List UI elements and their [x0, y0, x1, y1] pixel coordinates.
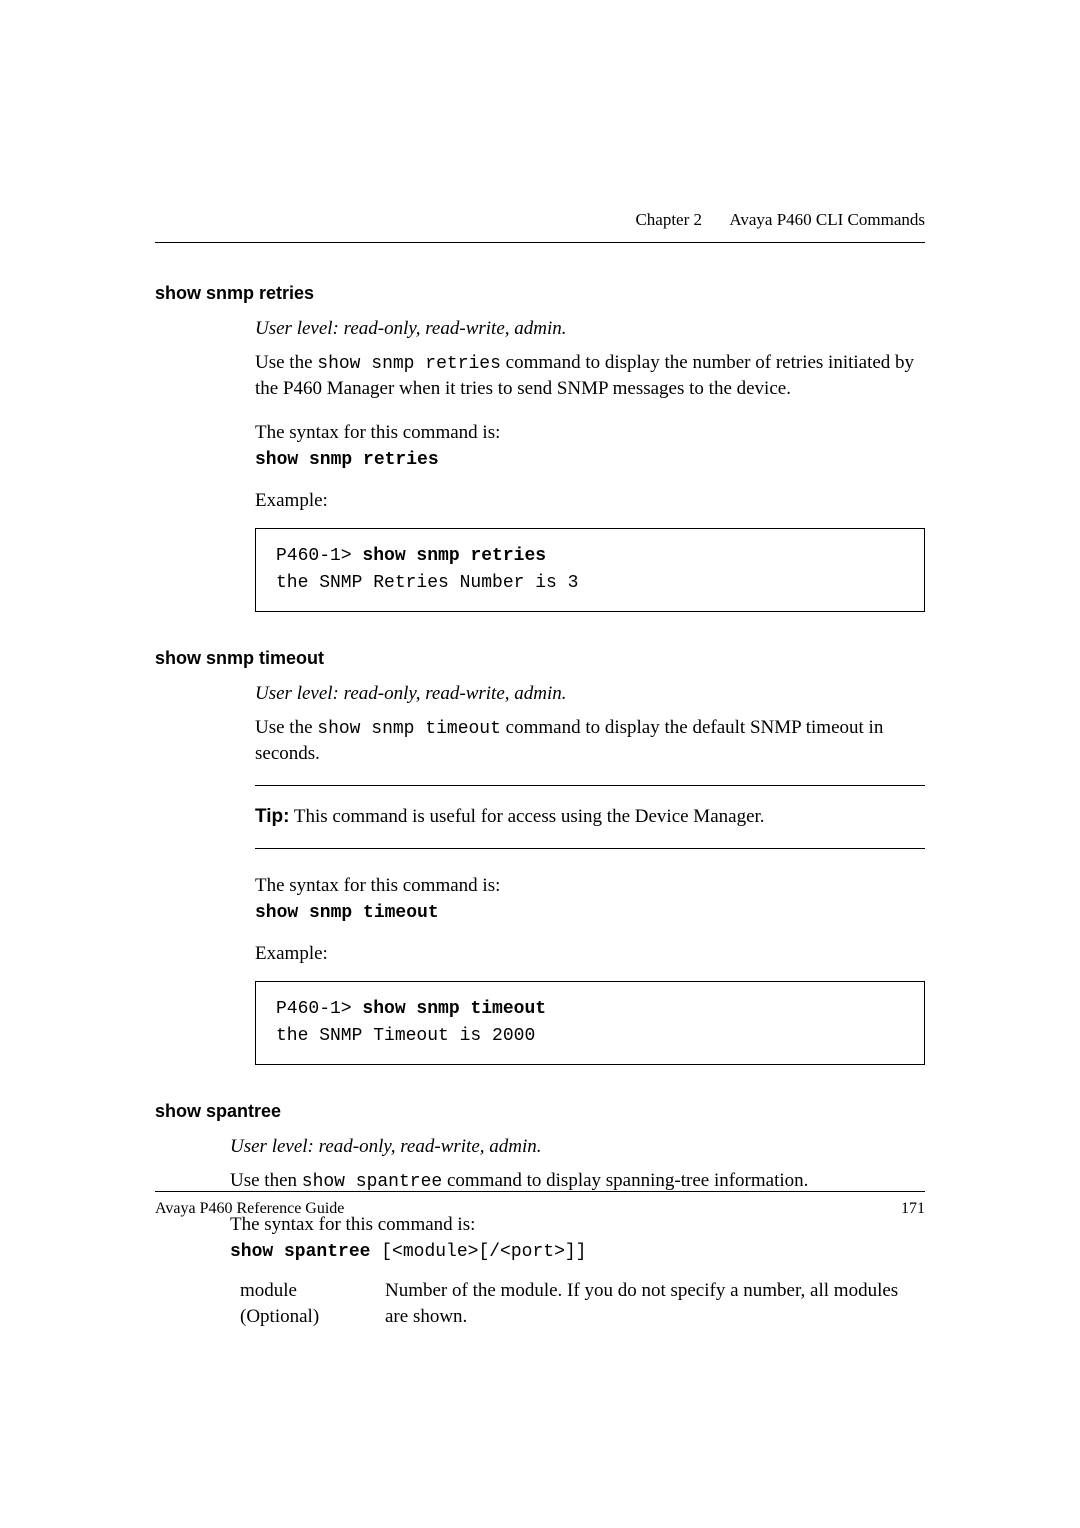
footer-doc: Avaya P460 Reference Guide: [155, 1200, 344, 1218]
param-desc: Number of the module. If you do not spec…: [385, 1278, 925, 1329]
param-optional: (Optional): [240, 1304, 385, 1330]
example-output: the SNMP Timeout is 2000: [276, 1023, 904, 1050]
syntax-cmd: show spantree: [230, 1242, 370, 1262]
syntax-args: [<module>[/<port>]]: [370, 1242, 586, 1262]
section-title-snmp-retries: show snmp retries: [155, 283, 925, 304]
section-title-snmp-timeout: show snmp timeout: [155, 648, 925, 669]
tip-rule-bottom: [255, 848, 925, 849]
prompt: P460-1>: [276, 546, 362, 566]
example-cmd: show snmp timeout: [362, 999, 546, 1019]
tip-block: Tip: This command is useful for access u…: [255, 785, 925, 849]
syntax-command: show snmp retries: [255, 450, 925, 470]
example-label: Example:: [255, 943, 925, 965]
footer-page: 171: [901, 1200, 925, 1218]
header-rule: [155, 242, 925, 243]
example-output: the SNMP Retries Number is 3: [276, 570, 904, 597]
user-level: User level: read-only, read-write, admin…: [255, 318, 925, 340]
description: Use the show snmp retries command to dis…: [255, 350, 925, 402]
syntax-intro: The syntax for this command is:: [255, 875, 925, 897]
syntax-command: show snmp timeout: [255, 903, 925, 923]
tip-rule-top: [255, 785, 925, 786]
description: Use the show snmp timeout command to dis…: [255, 715, 925, 767]
tip-body: This command is useful for access using …: [289, 806, 764, 827]
example-cmd: show snmp retries: [362, 546, 546, 566]
syntax-line: show spantree [<module>[/<port>]]: [230, 1242, 925, 1262]
param-table: module (Optional) Number of the module. …: [240, 1278, 925, 1329]
tip-label: Tip:: [255, 806, 289, 827]
cmd-inline: show snmp retries: [317, 354, 501, 374]
syntax-intro: The syntax for this command is:: [255, 422, 925, 444]
chapter-label: Chapter 2: [635, 210, 702, 229]
example-box: P460-1> show snmp retries the SNMP Retri…: [255, 528, 925, 612]
example-label: Example:: [255, 490, 925, 512]
cmd-inline: show spantree: [302, 1172, 442, 1192]
param-name: module: [240, 1278, 385, 1304]
footer-rule: [155, 1191, 925, 1192]
page-footer: Avaya P460 Reference Guide 171: [155, 1191, 925, 1218]
section-title-spantree: show spantree: [155, 1101, 925, 1122]
user-level: User level: read-only, read-write, admin…: [230, 1136, 925, 1158]
page-header: Chapter 2 Avaya P460 CLI Commands: [155, 210, 925, 230]
user-level: User level: read-only, read-write, admin…: [255, 683, 925, 705]
example-box: P460-1> show snmp timeout the SNMP Timeo…: [255, 981, 925, 1065]
param-row: module (Optional) Number of the module. …: [240, 1278, 925, 1329]
header-title: Avaya P460 CLI Commands: [729, 210, 925, 229]
cmd-inline: show snmp timeout: [317, 719, 501, 739]
prompt: P460-1>: [276, 999, 362, 1019]
